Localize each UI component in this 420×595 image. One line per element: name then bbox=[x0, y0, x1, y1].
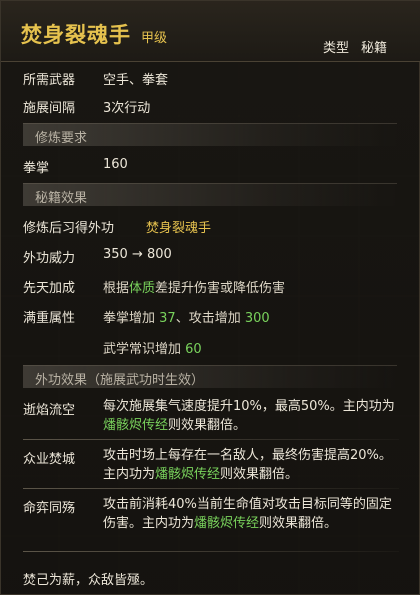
fist-value: 160 bbox=[103, 157, 128, 172]
effect-2-text: 攻击时场上每存在一名敌人，最终伤害提高20%。主内功为燔骸烬传经则效果翻倍。 bbox=[103, 446, 403, 484]
innate-highlight: 体质 bbox=[129, 281, 156, 296]
innate-prefix: 根据 bbox=[103, 281, 130, 296]
learn-label: 修炼后习得外功 bbox=[23, 221, 115, 236]
power-label: 外功威力 bbox=[23, 251, 76, 266]
innate-value: 根据体质差提升伤害或降低伤害 bbox=[103, 277, 285, 296]
effect-3-label: 命弈同殇 bbox=[23, 501, 76, 516]
full-attr-text-a: 拳掌增加 bbox=[103, 311, 160, 326]
section-requirements-title: 修炼要求 bbox=[35, 131, 88, 146]
full-attr-text-b: 、攻击增加 bbox=[175, 311, 245, 326]
full-attr-value-2: 300 bbox=[244, 311, 270, 326]
effect-divider-2 bbox=[23, 488, 399, 489]
innate-suffix: 差提升伤害或降低伤害 bbox=[155, 281, 286, 296]
effect-3-text-b: 则效果翻倍。 bbox=[259, 516, 338, 531]
effect-1-highlight: 燔骸烬传经 bbox=[103, 418, 169, 433]
effect-1-text: 每次施展集气速度提升10%，最高50%。主内功为燔骸烬传经则效果翻倍。 bbox=[103, 397, 403, 435]
section-book-effects-title: 秘籍效果 bbox=[35, 191, 88, 206]
effect-2-text-b: 则效果翻倍。 bbox=[220, 467, 299, 482]
effect-1-text-b: 则效果翻倍。 bbox=[168, 418, 247, 433]
item-title: 焚身裂魂手 bbox=[21, 23, 131, 47]
learn-value: 焚身裂魂手 bbox=[146, 221, 212, 236]
section-skill-effects-title: 外功效果（施展武功时生效） bbox=[35, 373, 205, 388]
item-tooltip-panel: 焚身裂魂手 甲级 类型 秘籍 所需武器 空手、拳套 施展间隔 3次行动 修炼要求… bbox=[0, 0, 420, 595]
flavor-quote: 焚己为薪，众敌皆殛。 bbox=[23, 573, 154, 588]
effect-1-text-a: 每次施展集气速度提升10%，最高50%。主内功为 bbox=[103, 399, 395, 414]
power-value: 350 → 800 bbox=[103, 247, 172, 262]
weapon-value: 空手、拳套 bbox=[103, 73, 169, 88]
full-attr-line1: 拳掌增加 37、攻击增加 300 bbox=[103, 307, 270, 326]
weapon-label: 所需武器 bbox=[23, 73, 76, 88]
section-book-effects: 秘籍效果 bbox=[23, 183, 397, 206]
full-attr-value-1: 37 bbox=[159, 311, 176, 326]
interval-value: 3次行动 bbox=[103, 101, 151, 116]
effect-2-highlight: 燔骸烬传经 bbox=[155, 467, 221, 482]
innate-label: 先天加成 bbox=[23, 281, 76, 296]
effect-1-label: 逝焰流空 bbox=[23, 403, 76, 418]
effect-divider-3 bbox=[23, 551, 399, 552]
full-attr-label: 满重属性 bbox=[23, 311, 76, 326]
section-requirements: 修炼要求 bbox=[23, 123, 397, 146]
full-attr-text-c: 武学常识增加 bbox=[103, 342, 186, 357]
tooltip-header: 焚身裂魂手 甲级 类型 秘籍 bbox=[1, 1, 420, 62]
effect-3-text: 攻击前消耗40%当前生命值对攻击目标同等的固定伤害。主内功为燔骸烬传经则效果翻倍… bbox=[103, 495, 403, 533]
section-skill-effects: 外功效果（施展武功时生效） bbox=[23, 365, 397, 388]
type-value: 秘籍 bbox=[361, 41, 388, 56]
interval-label: 施展间隔 bbox=[23, 101, 76, 116]
full-attr-value-3: 60 bbox=[185, 342, 202, 357]
effect-divider-1 bbox=[23, 439, 399, 440]
fist-label: 拳掌 bbox=[23, 161, 50, 176]
item-grade: 甲级 bbox=[141, 31, 168, 46]
effect-3-highlight: 燔骸烬传经 bbox=[194, 516, 260, 531]
effect-2-label: 众业焚城 bbox=[23, 452, 76, 467]
type-label: 类型 bbox=[323, 41, 350, 56]
full-attr-line2: 武学常识增加 60 bbox=[103, 338, 202, 357]
